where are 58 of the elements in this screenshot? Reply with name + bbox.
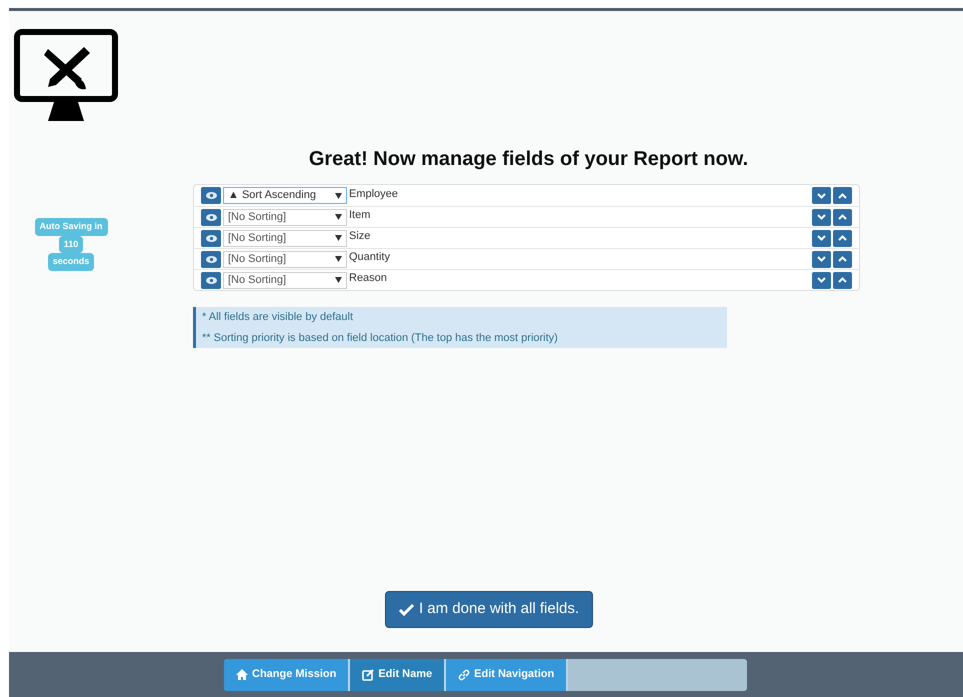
check-icon xyxy=(398,603,414,616)
caret-icon xyxy=(335,192,342,198)
field-name: Quantity xyxy=(349,250,391,266)
chevron-up-icon xyxy=(838,214,847,220)
move-up-button[interactable] xyxy=(833,208,852,226)
breadcrumb-link[interactable]: Edit Name xyxy=(350,658,446,690)
home-icon xyxy=(236,669,248,680)
edit-icon xyxy=(362,668,374,680)
chevron-down-icon xyxy=(817,235,826,241)
chevron-down-icon xyxy=(817,214,826,220)
field-name: Size xyxy=(349,229,372,244)
monitor-icon xyxy=(14,29,118,121)
move-down-button[interactable] xyxy=(812,187,831,204)
move-up-button[interactable] xyxy=(833,250,852,268)
sort-dropdown[interactable]: [No Sorting] xyxy=(223,272,347,288)
sort-dropdown[interactable]: [No Sorting] xyxy=(223,250,347,268)
done-button[interactable]: I am done with all fields. xyxy=(384,591,594,628)
autosave-badge: seconds xyxy=(48,253,94,270)
move-down-button[interactable] xyxy=(812,230,831,246)
chevron-down-icon xyxy=(817,192,826,198)
link-icon xyxy=(458,668,470,680)
chevron-down-icon xyxy=(817,277,826,283)
autosave-badge: 110 xyxy=(58,236,84,253)
chevron-up-icon xyxy=(838,192,847,198)
note-text: * All fields are visible by default xyxy=(202,310,354,324)
move-up-button[interactable] xyxy=(833,187,852,204)
caret-icon xyxy=(335,235,342,241)
field-name: Employee xyxy=(349,186,399,202)
eye-icon xyxy=(206,276,216,284)
note-text: ** Sorting priority is based on field location (The top has the most priority) xyxy=(202,331,559,345)
autosave-badge: Auto Saving in xyxy=(34,218,108,236)
field-name: Reason xyxy=(349,271,388,286)
visibility-button[interactable] xyxy=(201,187,221,204)
move-up-button[interactable] xyxy=(833,272,852,288)
move-down-button[interactable] xyxy=(812,208,831,226)
caret-icon xyxy=(335,256,342,262)
sort-dropdown[interactable]: [No Sorting] xyxy=(223,208,347,226)
page-title: Great! Now manage fields of your Report now. xyxy=(308,147,750,172)
move-down-button[interactable] xyxy=(812,272,831,288)
chevron-down-icon xyxy=(817,256,826,262)
eye-icon xyxy=(206,192,216,199)
sort-dropdown[interactable]: ▲ Sort Ascending xyxy=(223,187,347,204)
sort-dropdown[interactable]: [No Sorting] xyxy=(223,230,347,246)
caret-icon xyxy=(335,214,342,220)
move-up-button[interactable] xyxy=(833,230,852,246)
visibility-button[interactable] xyxy=(201,250,221,268)
chevron-up-icon xyxy=(838,256,847,262)
eye-icon xyxy=(206,256,216,262)
visibility-button[interactable] xyxy=(201,230,221,246)
field-name: Item xyxy=(349,208,372,224)
move-down-button[interactable] xyxy=(812,250,831,268)
chevron-up-icon xyxy=(838,235,847,241)
visibility-button[interactable] xyxy=(201,208,221,226)
visibility-button[interactable] xyxy=(201,272,221,288)
eye-icon xyxy=(206,234,216,242)
eye-icon xyxy=(206,214,216,220)
caret-icon xyxy=(335,277,342,283)
chevron-up-icon xyxy=(838,277,847,283)
